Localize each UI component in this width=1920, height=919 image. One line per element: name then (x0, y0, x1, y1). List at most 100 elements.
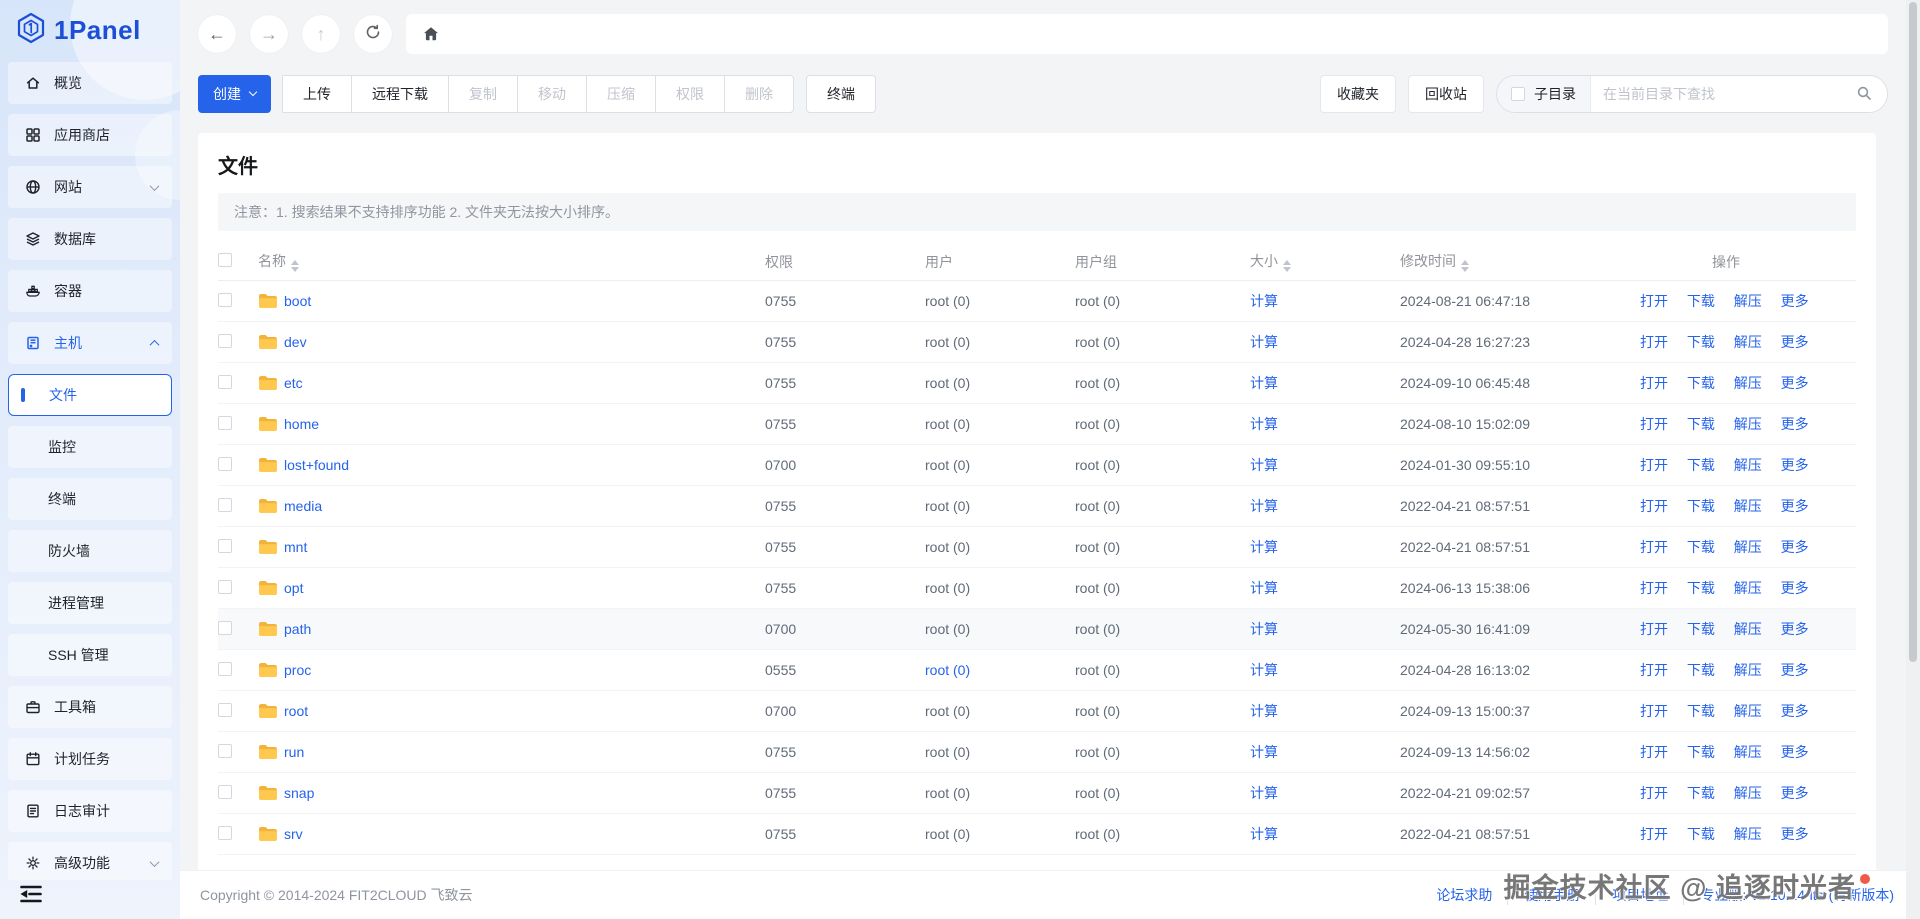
sidebar-item[interactable]: 网站 (8, 166, 172, 208)
calculate-size-link[interactable]: 计算 (1250, 580, 1278, 596)
toolbar-action-button[interactable]: 复制 (448, 75, 518, 113)
action-more-link[interactable]: 更多 (1781, 457, 1809, 473)
action-unzip-link[interactable]: 解压 (1734, 457, 1762, 473)
action-unzip-link[interactable]: 解压 (1734, 334, 1762, 350)
calculate-size-link[interactable]: 计算 (1250, 334, 1278, 350)
new-version-link[interactable]: (有新版本) (1829, 885, 1894, 905)
select-all-checkbox[interactable] (218, 253, 232, 267)
row-checkbox[interactable] (218, 456, 232, 471)
action-download-link[interactable]: 下载 (1687, 293, 1715, 309)
sidebar-subitem[interactable]: 文件 (8, 374, 172, 416)
row-checkbox[interactable] (218, 292, 232, 307)
action-download-link[interactable]: 下载 (1687, 498, 1715, 514)
action-open-link[interactable]: 打开 (1640, 416, 1668, 432)
toolbar-action-button[interactable]: 上传 (282, 75, 352, 113)
file-name-link[interactable]: run (284, 744, 304, 760)
sidebar-subitem[interactable]: 监控 (8, 426, 172, 468)
action-more-link[interactable]: 更多 (1781, 293, 1809, 309)
action-more-link[interactable]: 更多 (1781, 621, 1809, 637)
calculate-size-link[interactable]: 计算 (1250, 703, 1278, 719)
sidebar-item[interactable]: 高级功能 (8, 842, 172, 880)
row-checkbox[interactable] (218, 374, 232, 389)
action-unzip-link[interactable]: 解压 (1734, 826, 1762, 842)
calculate-size-link[interactable]: 计算 (1250, 293, 1278, 309)
action-unzip-link[interactable]: 解压 (1734, 498, 1762, 514)
action-unzip-link[interactable]: 解压 (1734, 416, 1762, 432)
action-more-link[interactable]: 更多 (1781, 580, 1809, 596)
forward-button[interactable]: → (250, 15, 288, 53)
scrollbar-thumb[interactable] (1909, 2, 1917, 662)
header-name[interactable]: 名称 (258, 251, 765, 272)
action-more-link[interactable]: 更多 (1781, 826, 1809, 842)
action-open-link[interactable]: 打开 (1640, 744, 1668, 760)
row-checkbox[interactable] (218, 538, 232, 553)
file-name-link[interactable]: etc (284, 375, 303, 391)
action-unzip-link[interactable]: 解压 (1734, 785, 1762, 801)
calculate-size-link[interactable]: 计算 (1250, 457, 1278, 473)
action-download-link[interactable]: 下载 (1687, 580, 1715, 596)
refresh-button[interactable] (354, 15, 392, 53)
sidebar-collapse-button[interactable] (14, 881, 48, 911)
action-unzip-link[interactable]: 解压 (1734, 580, 1762, 596)
action-download-link[interactable]: 下载 (1687, 416, 1715, 432)
footer-link[interactable]: 论坛求助 (1436, 885, 1492, 905)
sidebar-item[interactable]: 主机 (8, 322, 172, 364)
file-name-link[interactable]: mnt (284, 539, 307, 555)
calculate-size-link[interactable]: 计算 (1250, 539, 1278, 555)
calculate-size-link[interactable]: 计算 (1250, 375, 1278, 391)
terminal-button[interactable]: 终端 (806, 75, 876, 113)
action-download-link[interactable]: 下载 (1687, 662, 1715, 678)
action-download-link[interactable]: 下载 (1687, 785, 1715, 801)
sidebar-item[interactable]: 应用商店 (8, 114, 172, 156)
row-checkbox[interactable] (218, 661, 232, 676)
calculate-size-link[interactable]: 计算 (1250, 621, 1278, 637)
file-name-link[interactable]: path (284, 621, 311, 637)
action-open-link[interactable]: 打开 (1640, 334, 1668, 350)
file-name-link[interactable]: opt (284, 580, 303, 596)
action-more-link[interactable]: 更多 (1781, 662, 1809, 678)
sidebar-subitem[interactable]: 进程管理 (8, 582, 172, 624)
sidebar-item[interactable]: 计划任务 (8, 738, 172, 780)
sidebar-item[interactable]: 容器 (8, 270, 172, 312)
file-name-link[interactable]: proc (284, 662, 311, 678)
favorites-button[interactable]: 收藏夹 (1320, 75, 1396, 113)
action-unzip-link[interactable]: 解压 (1734, 744, 1762, 760)
row-checkbox[interactable] (218, 743, 232, 758)
calculate-size-link[interactable]: 计算 (1250, 416, 1278, 432)
toolbar-action-button[interactable]: 权限 (655, 75, 725, 113)
action-download-link[interactable]: 下载 (1687, 539, 1715, 555)
row-checkbox[interactable] (218, 415, 232, 430)
subdirectory-checkbox[interactable] (1511, 87, 1525, 101)
calculate-size-link[interactable]: 计算 (1250, 826, 1278, 842)
calculate-size-link[interactable]: 计算 (1250, 744, 1278, 760)
action-download-link[interactable]: 下载 (1687, 826, 1715, 842)
sidebar-subitem[interactable]: SSH 管理 (8, 634, 172, 676)
create-button[interactable]: 创建 (198, 75, 271, 113)
file-name-link[interactable]: dev (284, 334, 307, 350)
edition-label-link[interactable]: 专业版: (1700, 885, 1746, 905)
footer-link[interactable]: 使用手册 (1507, 885, 1580, 905)
action-download-link[interactable]: 下载 (1687, 703, 1715, 719)
action-more-link[interactable]: 更多 (1781, 785, 1809, 801)
toolbar-action-button[interactable]: 删除 (724, 75, 794, 113)
breadcrumb-home-icon[interactable] (422, 25, 440, 43)
toolbar-action-button[interactable]: 移动 (517, 75, 587, 113)
file-name-link[interactable]: media (284, 498, 322, 514)
sort-icon[interactable] (1283, 260, 1291, 272)
action-open-link[interactable]: 打开 (1640, 580, 1668, 596)
action-download-link[interactable]: 下载 (1687, 744, 1715, 760)
action-unzip-link[interactable]: 解压 (1734, 375, 1762, 391)
file-name-link[interactable]: home (284, 416, 319, 432)
calculate-size-link[interactable]: 计算 (1250, 498, 1278, 514)
row-checkbox[interactable] (218, 825, 232, 840)
action-open-link[interactable]: 打开 (1640, 621, 1668, 637)
file-name-link[interactable]: boot (284, 293, 311, 309)
sidebar-item[interactable]: 工具箱 (8, 686, 172, 728)
sidebar-item[interactable]: 概览 (8, 62, 172, 104)
header-size[interactable]: 大小 (1250, 251, 1400, 272)
action-download-link[interactable]: 下载 (1687, 375, 1715, 391)
action-download-link[interactable]: 下载 (1687, 457, 1715, 473)
action-unzip-link[interactable]: 解压 (1734, 539, 1762, 555)
action-open-link[interactable]: 打开 (1640, 826, 1668, 842)
row-checkbox[interactable] (218, 784, 232, 799)
